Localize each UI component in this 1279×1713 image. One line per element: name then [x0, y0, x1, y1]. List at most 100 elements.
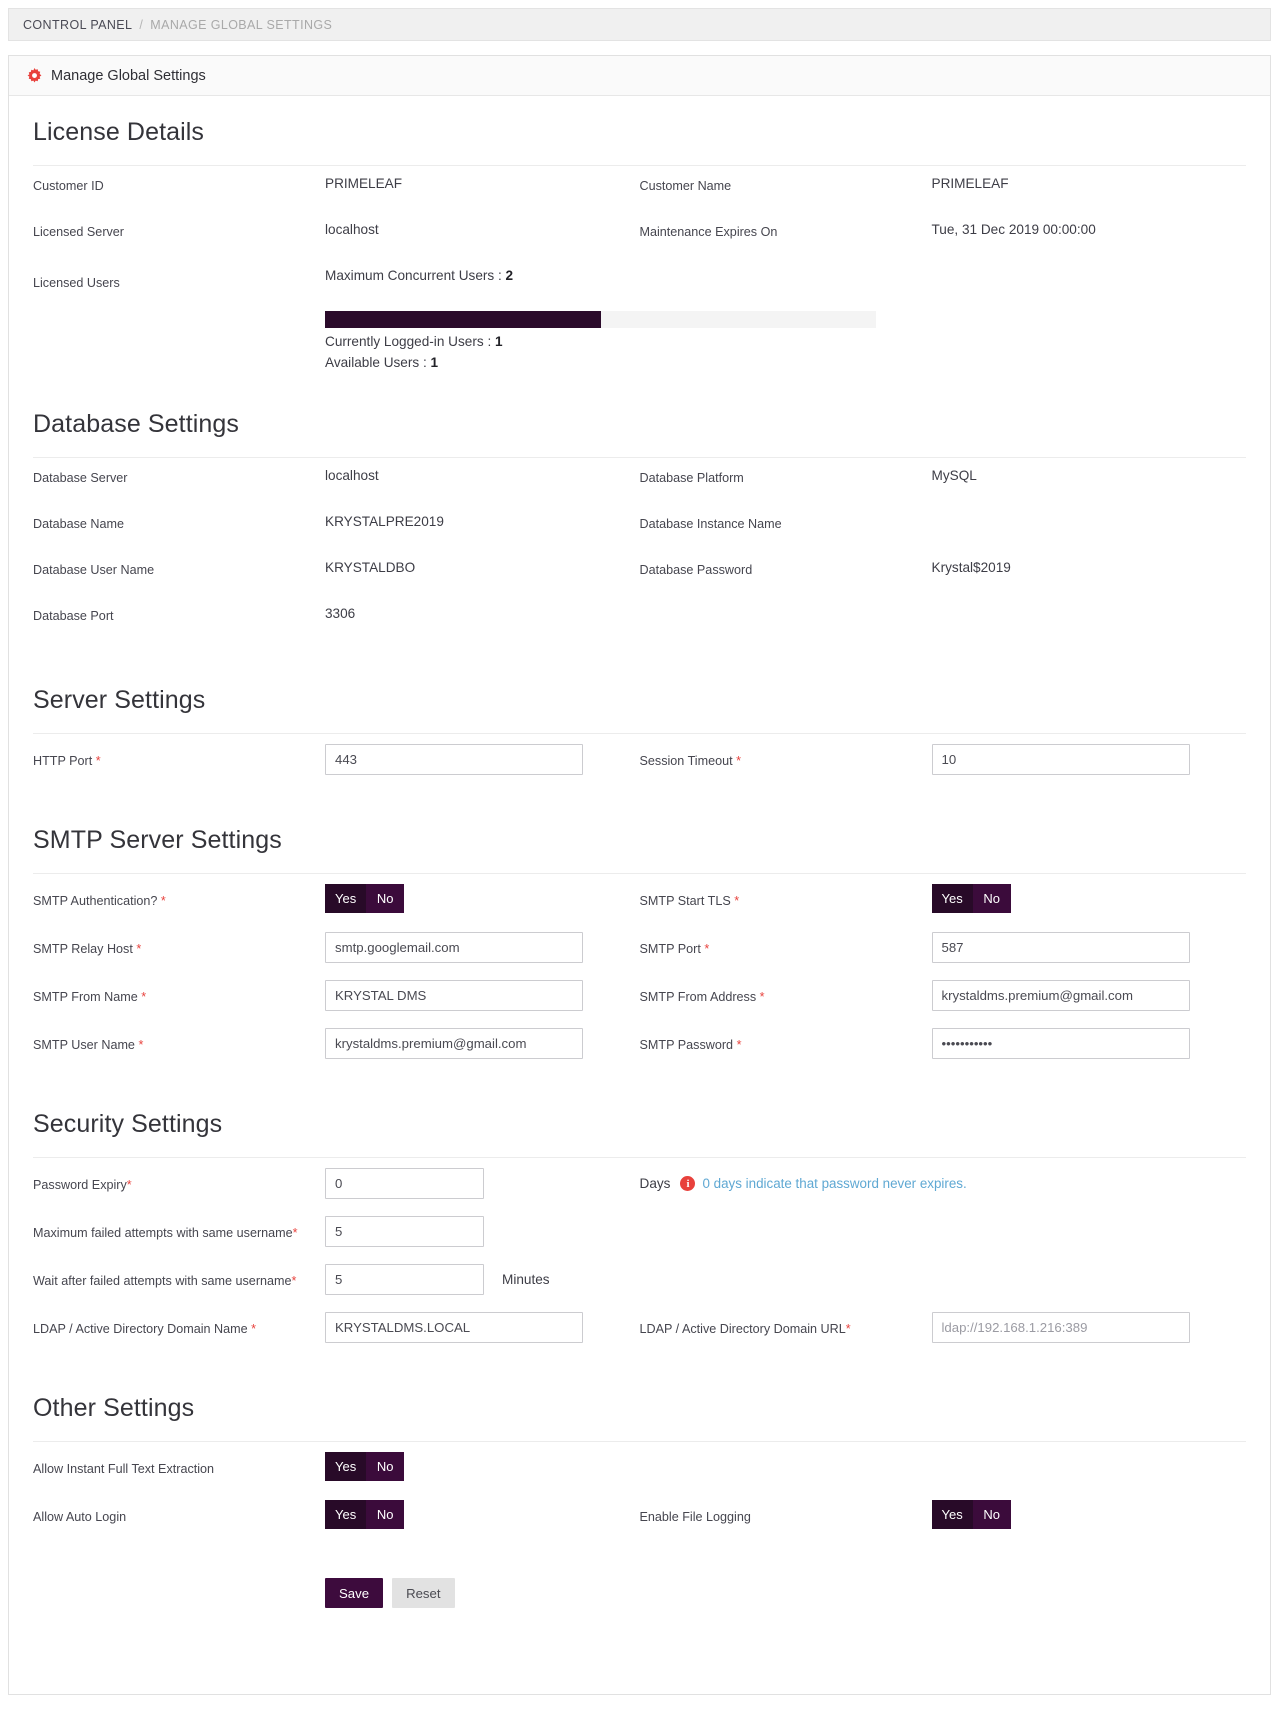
ldap-domain-name-label: LDAP / Active Directory Domain Name * — [33, 1312, 325, 1338]
server-settings-section: Server Settings HTTP Port * Session Time… — [33, 686, 1246, 792]
database-row-user: Database User Name KRYSTALDBO Database P… — [33, 560, 1246, 606]
smtp-port-label-text: SMTP Port — [639, 942, 705, 956]
database-platform-label: Database Platform — [639, 471, 744, 485]
other-divider — [33, 1441, 1246, 1442]
smtp-port-label: SMTP Port * — [640, 932, 932, 958]
password-expiry-hint: Days i 0 days indicate that password nev… — [640, 1168, 967, 1191]
customer-id-value: PRIMELEAF — [325, 176, 403, 191]
server-divider — [33, 733, 1246, 734]
smtp-from-name-input[interactable] — [325, 980, 583, 1011]
smtp-relay-host-label: SMTP Relay Host * — [33, 932, 325, 958]
file-logging-yes-option[interactable]: Yes — [931, 1500, 973, 1529]
smtp-auth-toggle[interactable]: Yes No — [325, 884, 405, 913]
wait-after-failed-label-text: Wait after failed attempts with same use… — [33, 1274, 292, 1288]
smtp-user-name-label: SMTP User Name * — [33, 1028, 325, 1054]
password-expiry-label-text: Password Expiry — [33, 1178, 127, 1192]
database-password-value: Krystal$2019 — [931, 560, 1011, 575]
maintenance-expires-value: Tue, 31 Dec 2019 00:00:00 — [931, 222, 1096, 237]
required-marker: * — [845, 1322, 851, 1336]
auto-login-toggle[interactable]: Yes No — [325, 1500, 405, 1529]
smtp-row-credentials: SMTP User Name * SMTP Password * — [33, 1028, 1246, 1076]
http-port-label: HTTP Port * — [33, 744, 325, 770]
available-users: Available Users : 1 — [325, 355, 876, 370]
file-logging-label: Enable File Logging — [639, 1510, 751, 1524]
session-timeout-label-text: Session Timeout — [639, 754, 737, 768]
panel-header: Manage Global Settings — [9, 56, 1270, 96]
licensed-server-value: localhost — [325, 222, 379, 237]
database-platform-value: MySQL — [931, 468, 977, 483]
smtp-from-name-label: SMTP From Name * — [33, 980, 325, 1006]
smtp-relay-host-label-text: SMTP Relay Host — [33, 942, 137, 956]
smtp-auth-yes-option[interactable]: Yes — [325, 884, 367, 913]
password-expiry-info-text: 0 days indicate that password never expi… — [702, 1176, 967, 1191]
panel-body: License Details Customer ID PRIMELEAF Cu… — [9, 96, 1270, 1646]
file-logging-no-option[interactable]: No — [972, 1500, 1011, 1529]
logged-in-users-text: Currently Logged-in Users : — [325, 334, 495, 349]
auto-login-yes-option[interactable]: Yes — [325, 1500, 367, 1529]
save-button[interactable]: Save — [325, 1578, 384, 1608]
smtp-tls-yes-option[interactable]: Yes — [931, 884, 973, 913]
required-marker: * — [138, 1038, 144, 1052]
database-section-title: Database Settings — [33, 410, 239, 438]
smtp-tls-no-option[interactable]: No — [972, 884, 1011, 913]
database-server-label: Database Server — [33, 471, 128, 485]
licensed-server-label: Licensed Server — [33, 225, 125, 239]
smtp-from-address-label-text: SMTP From Address — [639, 990, 760, 1004]
other-row-auto-login: Allow Auto Login Yes No Enable File Logg… — [33, 1500, 1246, 1548]
required-marker: * — [736, 1038, 742, 1052]
breadcrumb-root-link[interactable]: CONTROL PANEL — [23, 18, 132, 32]
database-port-label: Database Port — [33, 609, 114, 623]
smtp-port-input[interactable] — [931, 932, 1190, 963]
server-row-ports: HTTP Port * Session Timeout * — [33, 744, 1246, 792]
ldap-domain-url-label-text: LDAP / Active Directory Domain URL — [639, 1322, 846, 1336]
smtp-password-input[interactable] — [931, 1028, 1190, 1059]
other-settings-section: Other Settings Allow Instant Full Text E… — [33, 1394, 1246, 1608]
max-failed-attempts-input[interactable] — [325, 1216, 484, 1247]
wait-after-failed-input[interactable] — [325, 1264, 484, 1295]
license-divider — [33, 165, 1246, 166]
logged-in-users-value: 1 — [495, 334, 503, 349]
full-text-extraction-toggle[interactable]: Yes No — [325, 1452, 405, 1481]
required-marker: * — [136, 942, 142, 956]
security-divider — [33, 1157, 1246, 1158]
ldap-domain-name-input[interactable] — [325, 1312, 583, 1343]
server-section-title: Server Settings — [33, 686, 206, 714]
license-section-title: License Details — [33, 118, 205, 146]
security-section-title: Security Settings — [33, 1110, 223, 1138]
available-users-value: 1 — [430, 355, 439, 370]
smtp-user-name-label-text: SMTP User Name — [33, 1038, 139, 1052]
database-name-value: KRYSTALPRE2019 — [325, 514, 444, 529]
licensed-users-block: Maximum Concurrent Users : 2 Currently L… — [325, 268, 876, 376]
database-instance-label: Database Instance Name — [639, 517, 782, 531]
breadcrumb-separator: / — [139, 17, 144, 32]
security-settings-section: Security Settings Password Expiry* Days … — [33, 1110, 1246, 1360]
smtp-tls-toggle[interactable]: Yes No — [931, 884, 1011, 913]
http-port-input[interactable] — [325, 744, 583, 775]
wait-after-failed-label: Wait after failed attempts with same use… — [33, 1264, 325, 1290]
smtp-relay-host-input[interactable] — [325, 932, 583, 963]
smtp-section-title: SMTP Server Settings — [33, 826, 282, 854]
smtp-user-name-input[interactable] — [325, 1028, 583, 1059]
database-user-label: Database User Name — [33, 563, 155, 577]
full-text-extraction-no-option[interactable]: No — [366, 1452, 405, 1481]
smtp-from-address-label: SMTP From Address * — [640, 980, 932, 1006]
required-marker: * — [160, 894, 166, 908]
security-row-password-expiry: Password Expiry* Days i 0 days indicate … — [33, 1168, 1246, 1216]
ldap-domain-url-input[interactable] — [931, 1312, 1190, 1343]
password-expiry-input[interactable] — [325, 1168, 484, 1199]
session-timeout-input[interactable] — [931, 744, 1190, 775]
smtp-auth-no-option[interactable]: No — [366, 884, 405, 913]
smtp-row-host-port: SMTP Relay Host * SMTP Port * — [33, 932, 1246, 980]
file-logging-toggle[interactable]: Yes No — [931, 1500, 1011, 1529]
gear-icon — [27, 68, 42, 83]
http-port-label-text: HTTP Port — [33, 754, 96, 768]
full-text-extraction-yes-option[interactable]: Yes — [325, 1452, 367, 1481]
database-password-label: Database Password — [639, 563, 753, 577]
reset-button[interactable]: Reset — [392, 1578, 455, 1608]
auto-login-no-option[interactable]: No — [366, 1500, 405, 1529]
smtp-from-address-input[interactable] — [931, 980, 1190, 1011]
security-row-ldap: LDAP / Active Directory Domain Name * LD… — [33, 1312, 1246, 1360]
smtp-tls-label: SMTP Start TLS * — [640, 884, 932, 910]
breadcrumb-current: MANAGE GLOBAL SETTINGS — [150, 17, 333, 32]
ldap-domain-name-label-text: LDAP / Active Directory Domain Name — [33, 1322, 252, 1336]
